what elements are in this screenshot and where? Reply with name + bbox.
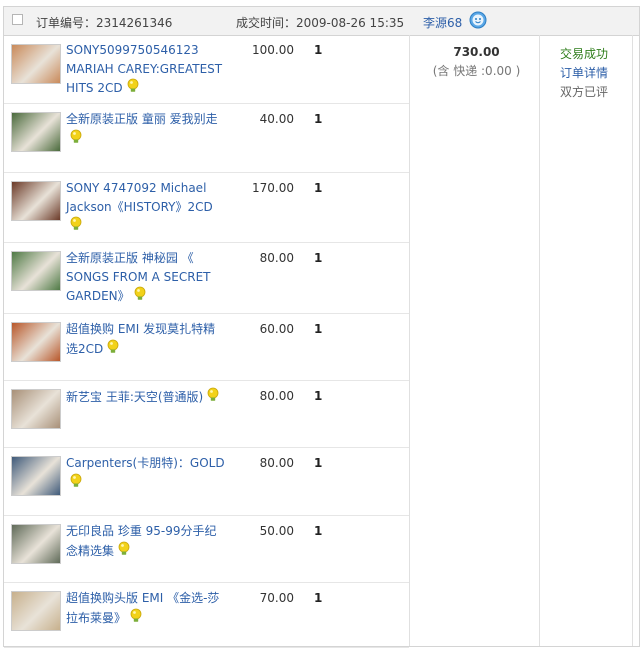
item-thumbnail[interactable] — [11, 322, 61, 362]
shipping-fee: (含 快递 :0.00 ) — [432, 64, 521, 78]
order-number: 订单编号：2314261346 — [36, 16, 173, 30]
item-title[interactable]: SONY5099750546123 MARIAH CAREY:GREATEST … — [66, 41, 226, 99]
item-quantity: 1 — [314, 112, 323, 126]
chat-bubble-icon[interactable] — [469, 11, 487, 32]
order-time: 成交时间：2009-08-26 15:35 — [236, 16, 405, 30]
column-divider — [539, 35, 540, 646]
order-item-row: 超值换购头版 EMI 《金选-莎拉布莱曼》 70.00 1 — [4, 583, 409, 648]
order-body: SONY5099750546123 MARIAH CAREY:GREATEST … — [4, 35, 639, 648]
item-thumbnail[interactable] — [11, 591, 61, 631]
lightbulb-icon — [117, 541, 131, 562]
item-price: 100.00 — [252, 43, 294, 57]
lightbulb-icon — [69, 216, 83, 237]
order-item-row: 全新原装正版 童丽 爱我别走 40.00 1 — [4, 104, 409, 173]
item-quantity: 1 — [314, 322, 323, 336]
item-price: 40.00 — [259, 112, 294, 126]
lightbulb-icon — [206, 387, 220, 408]
seller-link[interactable]: 李源68 — [423, 14, 462, 31]
item-title-text[interactable]: SONY5099750546123 MARIAH CAREY:GREATEST … — [66, 43, 222, 95]
item-title[interactable]: Carpenters(卡朋特)：GOLD — [66, 454, 226, 493]
item-title[interactable]: 新艺宝 王菲:天空(普通版) — [66, 387, 226, 408]
item-title[interactable]: 超值换购头版 EMI 《金选-莎拉布莱曼》 — [66, 589, 226, 628]
lightbulb-icon — [106, 339, 120, 360]
item-title-text[interactable]: 新艺宝 王菲:天空(普通版) — [66, 390, 203, 404]
order-card: 订单编号：2314261346 成交时间：2009-08-26 15:35 李源… — [3, 6, 640, 648]
order-item-row: 超值换购 EMI 发现莫扎特精选2CD 60.00 1 — [4, 314, 409, 381]
item-title-text[interactable]: Carpenters(卡朋特)：GOLD — [66, 456, 225, 470]
total-amount: 730.00 — [453, 45, 500, 59]
item-thumbnail[interactable] — [11, 389, 61, 429]
trade-status: 交易成功 — [560, 47, 609, 61]
item-price: 60.00 — [259, 322, 294, 336]
item-thumbnail[interactable] — [11, 112, 61, 152]
item-quantity: 1 — [314, 43, 323, 57]
item-title-text[interactable]: 无印良品 珍重 95-99分手纪念精选集 — [66, 524, 217, 557]
item-thumbnail[interactable] — [11, 44, 61, 84]
item-price: 80.00 — [259, 456, 294, 470]
lightbulb-icon — [126, 78, 140, 99]
order-item-row: 全新原装正版 神秘园 《 SONGS FROM A SECRET GARDEN》… — [4, 243, 409, 314]
item-thumbnail[interactable] — [11, 524, 61, 564]
item-title-text[interactable]: SONY 4747092 Michael Jackson《HISTORY》2CD — [66, 181, 213, 214]
item-title-text[interactable]: 超值换购 EMI 发现莫扎特精选2CD — [66, 322, 215, 355]
order-item-row: 无印良品 珍重 95-99分手纪念精选集 50.00 1 — [4, 516, 409, 583]
item-price: 170.00 — [252, 181, 294, 195]
order-item-row: Carpenters(卡朋特)：GOLD 80.00 1 — [4, 448, 409, 516]
item-quantity: 1 — [314, 181, 323, 195]
item-price: 80.00 — [259, 251, 294, 265]
item-quantity: 1 — [314, 389, 323, 403]
order-item-row: SONY 4747092 Michael Jackson《HISTORY》2CD… — [4, 173, 409, 243]
item-price: 50.00 — [259, 524, 294, 538]
item-quantity: 1 — [314, 591, 323, 605]
column-divider — [409, 35, 410, 646]
order-status: 交易成功 订单详情 双方已评 — [560, 45, 608, 102]
lightbulb-icon — [69, 473, 83, 494]
column-divider — [632, 35, 633, 646]
order-item-row: SONY5099750546123 MARIAH CAREY:GREATEST … — [4, 35, 409, 104]
rating-status: 双方已评 — [560, 85, 609, 99]
item-title[interactable]: 无印良品 珍重 95-99分手纪念精选集 — [66, 522, 226, 561]
order-item-row: 新艺宝 王菲:天空(普通版) 80.00 1 — [4, 381, 409, 448]
item-title[interactable]: 全新原装正版 神秘园 《 SONGS FROM A SECRET GARDEN》 — [66, 249, 226, 307]
lightbulb-icon — [69, 129, 83, 150]
lightbulb-icon — [133, 286, 147, 307]
order-checkbox[interactable] — [12, 14, 23, 25]
item-thumbnail[interactable] — [11, 181, 61, 221]
item-price: 70.00 — [259, 591, 294, 605]
item-title[interactable]: 超值换购 EMI 发现莫扎特精选2CD — [66, 320, 226, 359]
item-title[interactable]: 全新原装正版 童丽 爱我别走 — [66, 110, 226, 149]
item-thumbnail[interactable] — [11, 251, 61, 291]
order-details-link[interactable]: 订单详情 — [560, 64, 608, 83]
lightbulb-icon — [129, 608, 143, 629]
item-quantity: 1 — [314, 524, 323, 538]
item-price: 80.00 — [259, 389, 294, 403]
item-quantity: 1 — [314, 251, 323, 265]
item-quantity: 1 — [314, 456, 323, 470]
order-header: 订单编号：2314261346 成交时间：2009-08-26 15:35 李源… — [4, 7, 639, 36]
item-title[interactable]: SONY 4747092 Michael Jackson《HISTORY》2CD — [66, 179, 226, 237]
order-total: 730.00 (含 快递 :0.00 ) — [410, 45, 543, 79]
item-title-text[interactable]: 全新原装正版 童丽 爱我别走 — [66, 112, 218, 126]
item-thumbnail[interactable] — [11, 456, 61, 496]
